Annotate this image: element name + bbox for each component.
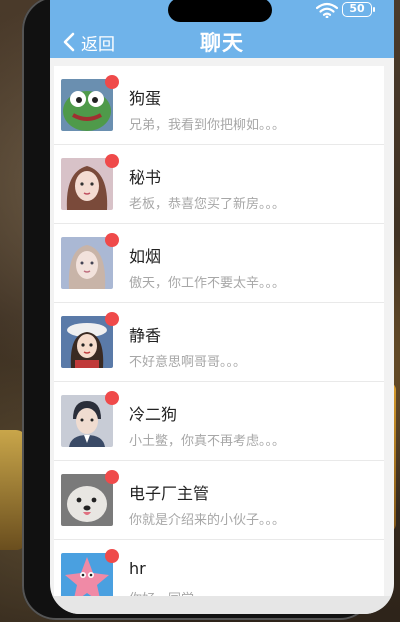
chat-name: 秘书 — [129, 168, 162, 187]
header-bar: 50 返回 聊天 — [50, 0, 394, 58]
avatar — [61, 158, 113, 210]
chat-preview: 小土鳖，你真不再考虑。。。 — [129, 434, 286, 449]
chat-item-factory-supervisor[interactable]: 电子厂主管 你就是介绍来的小伙子。。。 — [54, 461, 384, 540]
chat-name: 如烟 — [129, 247, 162, 266]
wifi-icon — [316, 2, 338, 18]
chat-name: hr — [129, 559, 146, 578]
unread-dot — [105, 549, 119, 563]
chat-screen: 50 返回 聊天 狗蛋 兄弟，我看到你把柳如。。。 秘书 老板，恭喜您买了新房。… — [50, 0, 394, 614]
avatar — [61, 237, 113, 289]
chat-preview: 老板，恭喜您买了新房。。。 — [129, 197, 286, 212]
chat-item-hr[interactable]: hr 你好，同学 — [54, 540, 384, 596]
bottom-bar — [50, 596, 394, 614]
chat-preview: 你就是介绍来的小伙子。。。 — [129, 513, 286, 528]
chat-item-leng-ergou[interactable]: 冷二狗 小土鳖，你真不再考虑。。。 — [54, 382, 384, 461]
chat-item-jingxiang[interactable]: 静香 不好意思啊哥哥。。。 — [54, 303, 384, 382]
avatar — [61, 474, 113, 526]
chat-item-ruyan[interactable]: 如烟 傲天，你工作不要太辛。。。 — [54, 224, 384, 303]
girl-avatar-icon — [61, 158, 113, 210]
chat-preview: 你好，同学 — [129, 588, 194, 596]
chat-name: 冷二狗 — [129, 405, 178, 424]
battery-indicator: 50 — [342, 2, 375, 17]
unread-dot — [105, 391, 119, 405]
unread-dot — [105, 470, 119, 484]
chat-name: 电子厂主管 — [129, 484, 210, 503]
girl-avatar-icon — [61, 237, 113, 289]
chat-preview: 兄弟，我看到你把柳如。。。 — [129, 118, 286, 133]
avatar — [61, 79, 113, 131]
unread-dot — [105, 233, 119, 247]
chat-name: 狗蛋 — [129, 89, 162, 108]
unread-dot — [105, 75, 119, 89]
dog-avatar-icon — [61, 474, 113, 526]
page-title: 聊天 — [200, 31, 244, 55]
frog-avatar-icon — [61, 79, 113, 131]
phone-frame: 50 返回 聊天 狗蛋 兄弟，我看到你把柳如。。。 秘书 老板，恭喜您买了新房。… — [22, 0, 394, 620]
chat-name: 静香 — [129, 326, 162, 345]
girl-avatar-icon — [61, 316, 113, 368]
notch — [168, 0, 272, 22]
chat-item-mishu[interactable]: 秘书 老板，恭喜您买了新房。。。 — [54, 145, 384, 224]
man-avatar-icon — [61, 395, 113, 447]
unread-dot — [105, 312, 119, 326]
avatar — [61, 395, 113, 447]
chat-preview: 傲天，你工作不要太辛。。。 — [129, 276, 286, 291]
chat-item-gou-dan[interactable]: 狗蛋 兄弟，我看到你把柳如。。。 — [54, 66, 384, 145]
chat-preview: 不好意思啊哥哥。。。 — [129, 355, 247, 370]
avatar — [61, 316, 113, 368]
unread-dot — [105, 154, 119, 168]
chat-list: 狗蛋 兄弟，我看到你把柳如。。。 秘书 老板，恭喜您买了新房。。。 如烟 傲天，… — [54, 66, 384, 596]
